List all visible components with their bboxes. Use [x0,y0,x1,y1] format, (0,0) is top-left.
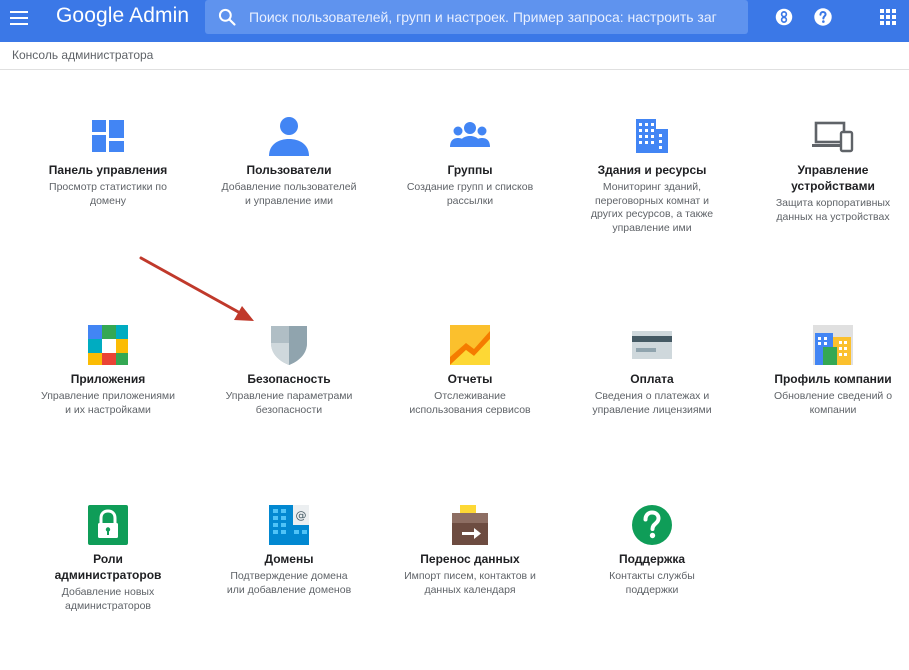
tile-company-profile[interactable]: Профиль компании Обновление сведений о к… [765,323,901,417]
tile-title: Поддержка [618,552,686,566]
tile-admin-roles[interactable]: Роли администраторов Добавление новых ад… [40,503,176,613]
tile-dashboard[interactable]: Панель управления Просмотр статистики по… [40,114,176,208]
user-icon [269,117,309,156]
annotation-arrow [139,256,254,321]
search-icon [218,8,236,26]
reports-icon [450,325,490,365]
tile-title: Группы [447,163,493,177]
tile-title: Пользователи [246,163,332,177]
tile-title: Приложения [70,372,146,386]
company-profile-icon [813,325,853,365]
top-app-bar: Google Admin [0,0,909,42]
data-migration-icon [452,505,488,545]
tile-description: Сведения о платежах и управление лицензи… [592,390,712,416]
tile-billing[interactable]: Оплата Сведения о платежах и управление … [584,323,720,417]
shield-icon [271,326,307,365]
tile-description: Подтверждение домена или добавление доме… [226,570,352,596]
groups-icon [450,122,490,147]
tile-security[interactable]: Безопасность Управление параметрами безо… [221,323,357,417]
tile-apps[interactable]: Приложения Управление приложениями и их … [40,323,176,417]
tile-title: Отчеты [447,372,493,386]
building-icon [636,119,668,153]
tile-title: Безопасность [247,372,331,386]
apps-grid-icon[interactable] [879,8,897,26]
tile-domains[interactable]: @ Домены Подтверждение домена или добавл… [221,503,357,597]
tile-title: Оплата [630,372,674,386]
tile-support[interactable]: Поддержка Контакты службы поддержки [584,503,720,597]
tile-title: Панель управления [48,163,168,177]
breadcrumb[interactable]: Консоль администратора [12,48,153,62]
tile-description: Управление параметрами безопасности [225,390,353,416]
tile-title: Роли администраторов [54,552,162,582]
tile-title: Управление устройствами [791,163,875,193]
tile-title: Здания и ресурсы [597,163,707,177]
tile-description: Управление приложениями и их настройками [41,390,175,416]
tile-description: Импорт писем, контактов и данных календа… [404,570,536,596]
tile-description: Защита корпоративных данных на устройств… [775,197,891,223]
tile-title: Перенос данных [420,552,520,566]
tile-title: Домены [264,552,314,566]
apps-icon [88,325,128,365]
admin-account-icon[interactable] [773,6,795,28]
tile-description: Мониторинг зданий, переговорных комнат и… [590,181,714,234]
tile-groups[interactable]: Группы Создание групп и списков рассылки [402,114,538,208]
tile-users[interactable]: Пользователи Добавление пользователей и … [221,114,357,208]
credit-card-icon [632,331,672,359]
domains-icon: @ [269,505,309,545]
tile-title: Профиль компании [774,372,892,386]
tile-description: Добавление пользователей и управление им… [221,181,357,207]
hamburger-menu-icon[interactable] [10,11,28,25]
tile-devices[interactable]: Управление устройствами Защита корпорати… [765,114,901,224]
tile-description: Просмотр статистики по домену [49,181,167,207]
lock-icon [88,505,128,545]
tile-description: Отслеживание использования сервисов [409,390,531,416]
help-icon [632,505,672,545]
tile-reports[interactable]: Отчеты Отслеживание использования сервис… [402,323,538,417]
svg-text:@: @ [296,509,307,522]
help-icon[interactable] [812,6,834,28]
tile-description: Обновление сведений о компании [773,390,893,416]
app-logo[interactable]: Google Admin [56,5,189,27]
tile-description: Добавление новых администраторов [61,586,155,612]
dashboard-icon [92,120,124,152]
tile-description: Создание групп и списков рассылки [406,181,534,207]
tile-data-migration[interactable]: Перенос данных Импорт писем, контактов и… [402,503,538,597]
divider [0,69,909,70]
devices-icon [812,121,854,153]
search-input[interactable] [249,0,739,34]
search-box[interactable] [205,0,748,34]
tile-buildings[interactable]: Здания и ресурсы Мониторинг зданий, пере… [584,114,720,235]
tile-description: Контакты службы поддержки [609,570,695,596]
